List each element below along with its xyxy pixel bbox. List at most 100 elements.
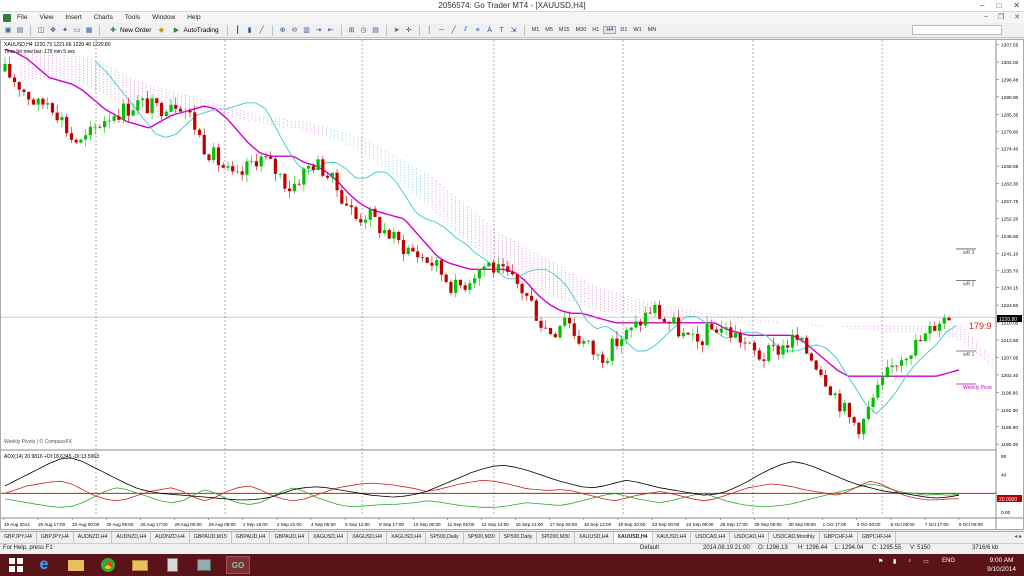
search-input[interactable] xyxy=(912,25,1002,35)
fibonacci-icon[interactable]: ≡ xyxy=(473,25,483,35)
chart-tab[interactable]: XAGUSD,H4 xyxy=(309,532,349,543)
meta-editor-icon[interactable]: ◆ xyxy=(156,25,166,35)
timeframe-d1[interactable]: D1 xyxy=(618,27,629,33)
menu-help[interactable]: Help xyxy=(181,14,206,21)
chart-tab[interactable]: AUDNZD,H4 xyxy=(151,532,190,543)
menu-insert[interactable]: Insert xyxy=(59,14,87,21)
chart-tab[interactable]: SPI200,M30 xyxy=(537,532,575,543)
bull-candle xyxy=(259,156,263,167)
chart-window[interactable]: wR 3 wR 2 wR 1 Weekly Pivot 1307.55 1302.00 1… xyxy=(0,39,1024,530)
candlestick-icon[interactable]: ▮ xyxy=(245,25,255,35)
window-title: 2056574: Go Trader MT4 - [XAUUSD,H4] xyxy=(438,1,586,10)
chart-tab[interactable]: GBPJPY,H4 xyxy=(0,532,37,543)
new-chart-icon[interactable]: ▣ xyxy=(3,25,13,35)
internet-explorer-icon[interactable]: e xyxy=(32,556,56,574)
cursor-icon[interactable]: ➤ xyxy=(392,25,402,35)
maximize-icon[interactable]: □ xyxy=(996,1,1001,10)
chart-close-icon[interactable]: ✕ xyxy=(1014,13,1020,21)
terminal-icon[interactable]: ▭ xyxy=(72,25,82,35)
time-tick-label: 1 Sep 16:00 xyxy=(243,522,268,527)
menu-charts[interactable]: Charts xyxy=(88,14,119,21)
periods-icon[interactable]: ◷ xyxy=(359,25,369,35)
menu-tools[interactable]: Tools xyxy=(119,14,146,21)
taskbar-clock[interactable]: 9:00 AM 9/10/2014 xyxy=(987,556,1016,574)
trendline-icon[interactable]: ╱ xyxy=(449,25,459,35)
market-watch-icon[interactable]: ◫ xyxy=(36,25,46,35)
calculator-icon[interactable] xyxy=(160,556,184,574)
tray-sound-icon[interactable]: ♪ xyxy=(908,558,911,564)
chart-window-icon[interactable] xyxy=(3,13,11,22)
timeframe-m30[interactable]: M30 xyxy=(574,27,589,33)
tray-language[interactable]: ENG xyxy=(942,558,955,564)
chart-tab[interactable]: GBPCHF,H4 xyxy=(820,532,858,543)
app-icon[interactable] xyxy=(192,556,216,574)
autotrading-button[interactable]: ▶ AutoTrading xyxy=(168,24,221,36)
chart-tab[interactable]: SP500,Daily xyxy=(426,532,464,543)
horizontal-line-icon[interactable]: ─ xyxy=(437,25,447,35)
chart-tab-active[interactable]: XAUUSD,H4 xyxy=(613,532,653,543)
timeframe-h1[interactable]: H1 xyxy=(590,27,601,33)
chart-tab[interactable]: XAGUSD,H4 xyxy=(348,532,388,543)
chart-restore-icon[interactable]: ❐ xyxy=(998,13,1004,21)
arrows-icon[interactable]: ⇲ xyxy=(509,25,519,35)
timeframe-w1[interactable]: W1 xyxy=(631,27,643,33)
chart-tab[interactable]: XAUUSD,H4 xyxy=(653,532,692,543)
tray-network-icon[interactable]: ▮ xyxy=(893,558,896,565)
strategy-tester-icon[interactable]: ▦ xyxy=(84,25,94,35)
chart-tab[interactable]: SP500,M30 xyxy=(464,532,500,543)
chart-tab[interactable]: USDCAD,H4 xyxy=(730,532,770,543)
chart-tab[interactable]: GBPCHF,H4 xyxy=(858,532,896,543)
equidistant-channel-icon[interactable]: ⫽ xyxy=(461,25,471,35)
timeframe-m1[interactable]: M1 xyxy=(530,27,542,33)
timeframe-mn[interactable]: MN xyxy=(646,27,659,33)
text-icon[interactable]: A xyxy=(485,25,495,35)
explorer-window-icon[interactable] xyxy=(128,556,152,574)
start-button[interactable] xyxy=(4,556,28,574)
chart-tab[interactable]: AUDNZD,H4 xyxy=(112,532,152,543)
tray-flag-icon[interactable]: ⚑ xyxy=(878,558,883,565)
chart-tab[interactable]: SP500,Daily xyxy=(500,532,538,543)
minimize-icon[interactable]: – xyxy=(980,1,984,10)
zoom-out-icon[interactable]: ⊖ xyxy=(290,25,300,35)
chart-tab[interactable]: XAUUSD,H4 xyxy=(575,532,614,543)
timeframe-m5[interactable]: M5 xyxy=(543,27,555,33)
tile-windows-icon[interactable]: ▥ xyxy=(302,25,312,35)
chart-tab[interactable]: AUDNZD,H4 xyxy=(74,532,113,543)
chart-tab[interactable]: USDCAD,H4 xyxy=(691,532,731,543)
bar-chart-icon[interactable]: ┃ xyxy=(233,25,243,35)
chart-tab[interactable]: GBPAUD,M15 xyxy=(190,532,232,543)
menu-file[interactable]: File xyxy=(11,14,33,21)
chart-tab[interactable]: GBPJPY,H4 xyxy=(37,532,74,543)
chart-tab[interactable]: USDCAD,Monthly xyxy=(769,532,820,543)
chart-tab[interactable]: GBPAUD,H4 xyxy=(232,532,271,543)
metatrader-taskbar-icon[interactable]: GO xyxy=(226,556,250,574)
chrome-icon[interactable] xyxy=(96,556,120,574)
vertical-line-icon[interactable]: │ xyxy=(425,25,435,35)
menu-view[interactable]: View xyxy=(33,14,59,21)
timeframe-m15[interactable]: M15 xyxy=(557,27,572,33)
crosshair-icon[interactable]: ✛ xyxy=(404,25,414,35)
status-profile[interactable]: Default xyxy=(640,545,659,551)
new-order-button[interactable]: ✚ New Order xyxy=(105,24,154,36)
zoom-in-icon[interactable]: ⊕ xyxy=(278,25,288,35)
data-window-icon[interactable]: ✥ xyxy=(48,25,58,35)
close-icon[interactable]: ✕ xyxy=(1013,1,1020,10)
navigator-icon[interactable]: ✦ xyxy=(60,25,70,35)
profiles-icon[interactable]: ▤ xyxy=(15,25,25,35)
bear-candle xyxy=(895,365,899,367)
file-explorer-icon[interactable] xyxy=(64,556,88,574)
chart-tab[interactable]: XAGUSD,H4 xyxy=(387,532,427,543)
text-label-icon[interactable]: T xyxy=(497,25,507,35)
line-chart-icon[interactable]: ╱ xyxy=(257,25,267,35)
price-chart[interactable]: wR 3wR 2wR 1Weekly Pivot 1307.551302.001… xyxy=(1,40,1023,529)
templates-icon[interactable]: ▤ xyxy=(371,25,381,35)
menu-window[interactable]: Window xyxy=(146,14,181,21)
chart-shift-icon[interactable]: ⇤ xyxy=(326,25,336,35)
chart-minimize-icon[interactable]: – xyxy=(984,13,988,21)
chart-tab[interactable]: GBPAUD,H4 xyxy=(270,532,310,543)
tray-monitor-icon[interactable]: ▭ xyxy=(923,558,929,565)
autoscroll-icon[interactable]: ⇥ xyxy=(314,25,324,35)
indicators-icon[interactable]: ⊞ xyxy=(347,25,357,35)
tab-scroll-arrows[interactable]: ◂ ▸ xyxy=(1014,533,1022,540)
timeframe-h4[interactable]: H4 xyxy=(603,26,617,34)
